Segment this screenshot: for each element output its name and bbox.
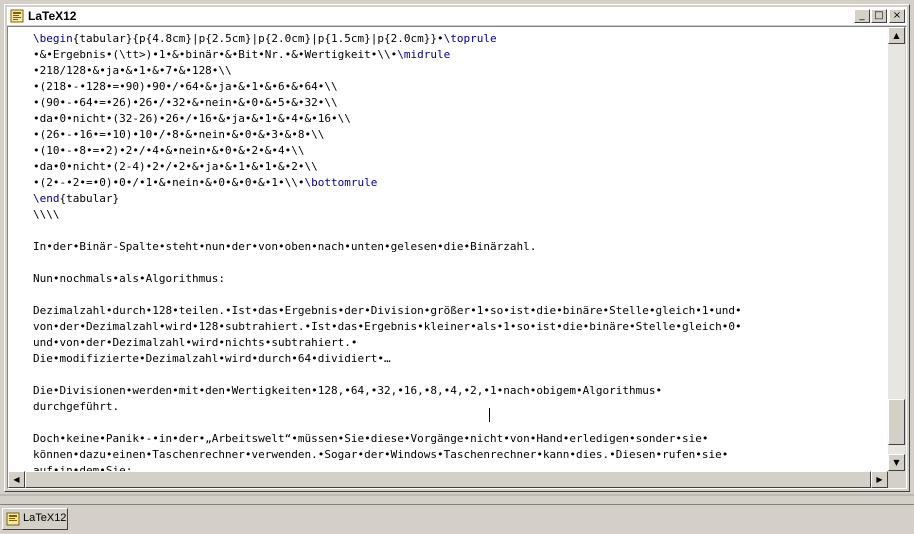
maximize-button[interactable]: □ bbox=[871, 9, 887, 23]
divider bbox=[0, 494, 914, 496]
line-text: In•der•Binär-Spalte•steht•nun•der•von•ob… bbox=[33, 240, 537, 253]
editor-line[interactable]: Die•Divisionen•werden•mit•den•Wertigkeit… bbox=[33, 383, 742, 399]
minimize-button[interactable]: _ bbox=[854, 9, 870, 23]
close-button[interactable]: × bbox=[889, 9, 905, 23]
text-editor[interactable]: \begin{tabular}{p{4.8cm}|p{2.5cm}|p{2.0c… bbox=[8, 27, 888, 471]
line-text: \\\\ bbox=[33, 208, 60, 221]
editor-line[interactable]: und•von•der•Dezimalzahl•wird•nichts•subt… bbox=[33, 335, 742, 351]
editor-line[interactable]: Dezimalzahl•durch•128•teilen.•Ist•das•Er… bbox=[33, 303, 742, 319]
line-text: Dezimalzahl•durch•128•teilen.•Ist•das•Er… bbox=[33, 304, 742, 317]
editor-line[interactable]: Nun•nochmals•als•Algorithmus: bbox=[33, 271, 742, 287]
latex-command: \bottomrule bbox=[304, 176, 378, 189]
editor-content[interactable]: \begin{tabular}{p{4.8cm}|p{2.5cm}|p{2.0c… bbox=[33, 31, 742, 471]
line-text: •(2•-•2•=•0)•0•/•1•&•nein•&•0•&•0•&•1•\\… bbox=[33, 176, 305, 189]
latex-command: \toprule bbox=[443, 32, 497, 45]
editor-line[interactable]: auf•in•dem•Sie: bbox=[33, 463, 742, 471]
editor-line[interactable]: Die•modifizierte•Dezimalzahl•wird•durch•… bbox=[33, 351, 742, 367]
editor-frame: \begin{tabular}{p{4.8cm}|p{2.5cm}|p{2.0c… bbox=[7, 26, 907, 489]
vertical-scroll-thumb[interactable] bbox=[888, 399, 905, 445]
window-tab-bar: LaTeX12 bbox=[0, 504, 914, 534]
line-text: •218/128•&•ja•&•1•&•7•&•128•\\ bbox=[33, 64, 232, 77]
tab-latex12[interactable]: LaTeX12 bbox=[2, 508, 68, 530]
scroll-left-button[interactable]: ◀ bbox=[8, 471, 25, 488]
line-text: •(10•-•8•=•2)•2•/•4•&•nein•&•0•&•2•&•4•\… bbox=[33, 144, 305, 157]
text-caret bbox=[489, 408, 490, 422]
editor-line[interactable]: Doch•keine•Panik•-•in•der•„Arbeitswelt“•… bbox=[33, 431, 742, 447]
editor-line[interactable]: •(26•-•16•=•10)•10•/•8•&•nein•&•0•&•3•&•… bbox=[33, 127, 742, 143]
line-text: und•von•der•Dezimalzahl•wird•nichts•subt… bbox=[33, 336, 358, 349]
editor-line[interactable]: \end{tabular} bbox=[33, 191, 742, 207]
editor-line[interactable]: •218/128•&•ja•&•1•&•7•&•128•\\ bbox=[33, 63, 742, 79]
editor-line[interactable]: •(90•-•64•=•26)•26•/•32•&•nein•&•0•&•5•&… bbox=[33, 95, 742, 111]
line-text: können•dazu•einen•Taschenrechner•verwend… bbox=[33, 448, 729, 461]
editor-line[interactable] bbox=[33, 223, 742, 239]
editor-line[interactable] bbox=[33, 415, 742, 431]
document-window: LaTeX12 _ □ × \begin{tabular}{p{4.8cm}|p… bbox=[4, 4, 910, 492]
editor-line[interactable]: •(218•-•128•=•90)•90•/•64•&•ja•&•1•&•6•&… bbox=[33, 79, 742, 95]
line-text: Die•modifizierte•Dezimalzahl•wird•durch•… bbox=[33, 352, 391, 365]
tab-label: LaTeX12 bbox=[23, 512, 67, 524]
vertical-scrollbar[interactable]: ▲ ▼ bbox=[888, 27, 905, 471]
editor-line[interactable]: \\\\ bbox=[33, 207, 742, 223]
document-icon bbox=[10, 9, 24, 23]
line-text: {tabular} bbox=[59, 192, 120, 205]
line-text: •(26•-•16•=•10)•10•/•8•&•nein•&•0•&•3•&•… bbox=[33, 128, 325, 141]
line-text: •&•Ergebnis•(\tt>)•1•&•binär•&•Bit•Nr.•&… bbox=[33, 48, 398, 61]
editor-line[interactable]: •(10•-•8•=•2)•2•/•4•&•nein•&•0•&•2•&•4•\… bbox=[33, 143, 742, 159]
editor-line[interactable]: können•dazu•einen•Taschenrechner•verwend… bbox=[33, 447, 742, 463]
scroll-down-button[interactable]: ▼ bbox=[888, 454, 905, 471]
latex-command: \end bbox=[33, 192, 60, 205]
latex-command: \begin bbox=[33, 32, 73, 45]
editor-line[interactable]: von•der•Dezimalzahl•wird•128•subtrahiert… bbox=[33, 319, 742, 335]
window-title: LaTeX12 bbox=[28, 9, 77, 23]
editor-gutter bbox=[8, 27, 32, 471]
editor-line[interactable]: •da•0•nicht•(32-26)•26•/•16•&•ja•&•1•&•4… bbox=[33, 111, 742, 127]
scroll-up-button[interactable]: ▲ bbox=[888, 27, 905, 44]
line-text: •da•0•nicht•(32-26)•26•/•16•&•ja•&•1•&•4… bbox=[33, 112, 351, 125]
line-text: •(90•-•64•=•26)•26•/•32•&•nein•&•0•&•5•&… bbox=[33, 96, 338, 109]
horizontal-scrollbar[interactable]: ◀ ▶ bbox=[8, 471, 888, 488]
line-text: •(218•-•128•=•90)•90•/•64•&•ja•&•1•&•6•&… bbox=[33, 80, 338, 93]
horizontal-scroll-thumb[interactable] bbox=[25, 471, 871, 488]
line-text: Doch•keine•Panik•-•in•der•„Arbeitswelt“•… bbox=[33, 432, 709, 445]
editor-line[interactable]: •&•Ergebnis•(\tt>)•1•&•binär•&•Bit•Nr.•&… bbox=[33, 47, 742, 63]
editor-line[interactable] bbox=[33, 287, 742, 303]
line-text: durchgeführt. bbox=[33, 400, 120, 413]
line-text: •da•0•nicht•(2-4)•2•/•2•&•ja•&•1•&•1•&•2… bbox=[33, 160, 318, 173]
title-bar[interactable]: LaTeX12 _ □ × bbox=[7, 7, 907, 25]
line-text: von•der•Dezimalzahl•wird•128•subtrahiert… bbox=[33, 320, 742, 333]
editor-line[interactable]: durchgeführt. bbox=[33, 399, 742, 415]
latex-command: \midrule bbox=[397, 48, 451, 61]
document-icon bbox=[6, 512, 20, 526]
editor-line[interactable] bbox=[33, 367, 742, 383]
editor-line[interactable]: \begin{tabular}{p{4.8cm}|p{2.5cm}|p{2.0c… bbox=[33, 31, 742, 47]
editor-line[interactable]: •da•0•nicht•(2-4)•2•/•2•&•ja•&•1•&•1•&•2… bbox=[33, 159, 742, 175]
line-text: auf•in•dem•Sie: bbox=[33, 464, 133, 471]
editor-line[interactable]: In•der•Binär-Spalte•steht•nun•der•von•ob… bbox=[33, 239, 742, 255]
line-text: {tabular}{p{4.8cm}|p{2.5cm}|p{2.0cm}|p{1… bbox=[72, 32, 444, 45]
editor-line[interactable] bbox=[33, 255, 742, 271]
line-text: Die•Divisionen•werden•mit•den•Wertigkeit… bbox=[33, 384, 663, 397]
line-text: Nun•nochmals•als•Algorithmus: bbox=[33, 272, 226, 285]
scroll-right-button[interactable]: ▶ bbox=[871, 471, 888, 488]
scrollbar-corner bbox=[888, 471, 905, 488]
editor-line[interactable]: •(2•-•2•=•0)•0•/•1•&•nein•&•0•&•0•&•1•\\… bbox=[33, 175, 742, 191]
